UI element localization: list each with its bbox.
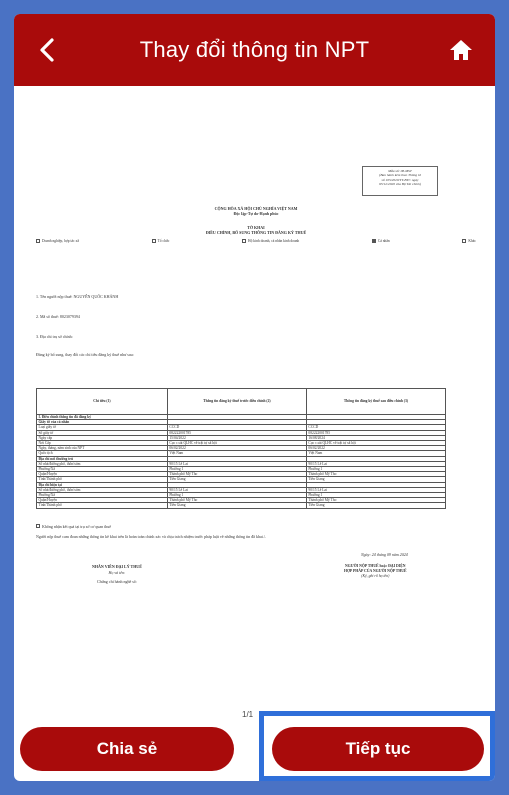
chevron-left-icon xyxy=(32,34,64,66)
national-motto: Độc lập-Tự do-Hạnh phúc xyxy=(233,211,279,216)
address-field: 3. Địa chỉ trụ sở chính: xyxy=(36,334,73,339)
confirm-checkbox: Không nhận kết quả tại trụ sở cơ quan th… xyxy=(36,524,111,529)
table-row: Tỉnh/Thành phố Tiền Giang Tiền Giang xyxy=(36,502,447,509)
adjustment-table: Chỉ tiêu (1) Thông tin đăng ký thuế trướ… xyxy=(36,388,447,509)
form-circular-date: 03/12/2020 của Bộ Tài chính) xyxy=(379,182,421,187)
table-cell: Tiền Giang xyxy=(305,502,447,509)
table-header-row: Chỉ tiêu (1) Thông tin đăng ký thuế trướ… xyxy=(36,388,447,415)
home-button[interactable] xyxy=(447,36,475,64)
taxpayer-type-checkboxes: Doanh nghiệp, hợp tác xã Tổ chức Hộ kinh… xyxy=(36,239,476,243)
checkbox-organization: Tổ chức xyxy=(151,239,169,243)
table-header: Thông tin đăng ký thuế sau điều chỉnh (3… xyxy=(305,388,447,415)
app-screen: Thay đổi thông tin NPT Mẫu số: 08-MST (B… xyxy=(14,14,495,781)
checkbox-household: Hộ kinh doanh, cá nhân kinh doanh xyxy=(242,239,299,243)
home-icon xyxy=(447,36,475,64)
agent-cert-label: Chứng chỉ hành nghề số: xyxy=(96,579,137,584)
checkbox-individual: Cá nhân xyxy=(371,239,390,243)
page-title: Thay đổi thông tin NPT xyxy=(139,37,370,62)
taxpayer-signature-block: NGƯỜI NỘP THUẾ hoặc ĐẠI DIỆN HỢP PHÁP CỦ… xyxy=(344,564,407,579)
table-header: Chỉ tiêu (1) xyxy=(36,388,168,415)
share-button[interactable]: Chia sẻ xyxy=(20,727,234,771)
document-subtitle: ĐIỀU CHỈNH, BỔ SUNG THÔNG TIN ĐĂNG KÝ TH… xyxy=(205,230,307,235)
form-number-box: Mẫu số: 08-MST (Ban hành kèm theo Thông … xyxy=(362,166,438,196)
checkbox-other: Khác xyxy=(462,239,476,243)
table-cell: Tỉnh/Thành phố xyxy=(36,502,168,509)
intro-text: Đăng ký bổ sung, thay đổi các chỉ tiêu đ… xyxy=(36,352,134,357)
declaration-text: Người nộp thuế cam đoan những thông tin … xyxy=(36,534,266,539)
tax-code-field: 2. Mã số thuế: 8023079394 xyxy=(36,314,80,319)
table-cell: Tiền Giang xyxy=(166,502,307,509)
checkbox-enterprise: Doanh nghiệp, hợp tác xã xyxy=(36,239,79,243)
continue-button[interactable]: Tiếp tục xyxy=(272,727,484,771)
document-preview[interactable]: Mẫu số: 08-MST (Ban hành kèm theo Thông … xyxy=(14,86,495,726)
table-header: Thông tin đăng ký thuế trước điều chỉnh … xyxy=(166,388,307,415)
agent-signature-block: NHÂN VIÊN ĐẠI LÝ THUẾ Họ và tên: Chứng c… xyxy=(92,564,142,585)
taxpayer-name-field: 1. Tên người nộp thuế: NGUYỄN QUỐC KHÁNH xyxy=(36,294,119,299)
back-button[interactable] xyxy=(32,34,64,66)
declaration-date: Ngày: 24 tháng 09 năm 2024 xyxy=(361,552,408,557)
agent-name-label: Họ và tên: xyxy=(108,570,126,575)
footer-actions: Chia sẻ Tiếp tục xyxy=(14,711,495,781)
app-header: Thay đổi thông tin NPT xyxy=(14,14,495,86)
taxpayer-sign-note: (Ký, ghi rõ họ tên) xyxy=(361,574,390,578)
